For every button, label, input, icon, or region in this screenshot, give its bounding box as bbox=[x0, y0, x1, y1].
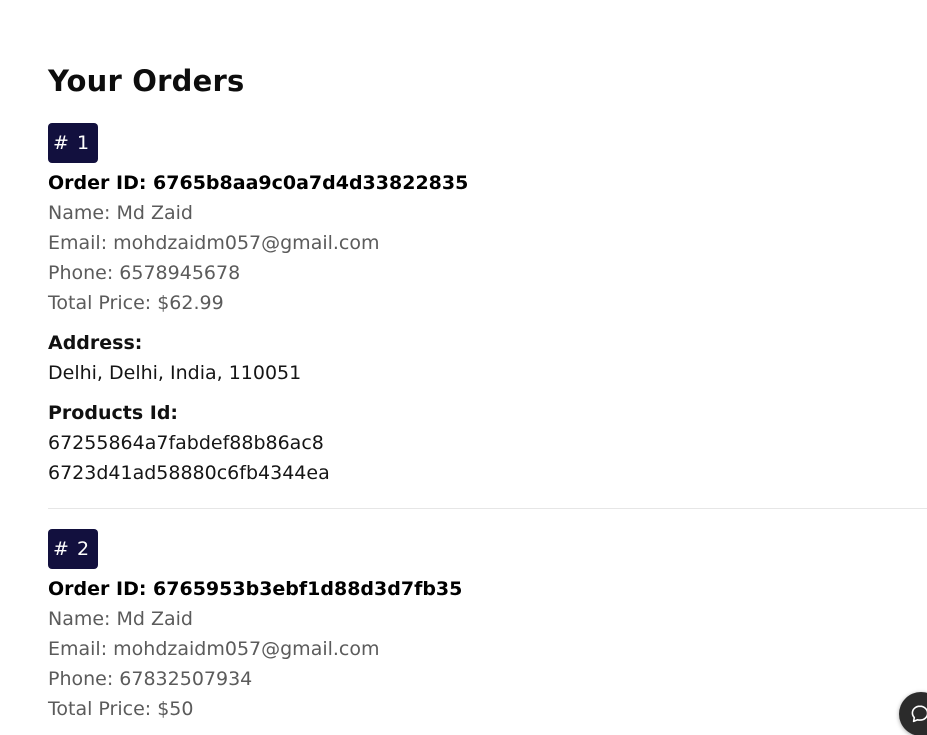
order-id: Order ID: 6765b8aa9c0a7d4d33822835 bbox=[48, 172, 469, 194]
order-name: Name: Md Zaid bbox=[48, 202, 193, 224]
product-id: 6723d41ad58880c6fb4344ea bbox=[48, 462, 330, 484]
order-total-price: Total Price: $62.99 bbox=[48, 292, 224, 314]
order-phone: Phone: 67832507934 bbox=[48, 668, 253, 690]
order-id: Order ID: 6765953b3ebf1d88d3d7fb35 bbox=[48, 578, 463, 600]
order-divider bbox=[48, 508, 927, 509]
page-title: Your Orders bbox=[48, 64, 245, 98]
chat-button[interactable] bbox=[899, 692, 927, 735]
order-email: Email: mohdzaidm057@gmail.com bbox=[48, 232, 380, 254]
order-number-badge: # 1 bbox=[48, 123, 98, 163]
product-id: 67255864a7fabdef88b86ac8 bbox=[48, 432, 324, 454]
order-phone: Phone: 6578945678 bbox=[48, 262, 241, 284]
order-name: Name: Md Zaid bbox=[48, 608, 193, 630]
order-email: Email: mohdzaidm057@gmail.com bbox=[48, 638, 380, 660]
products-heading: Products Id: bbox=[48, 402, 179, 424]
address-heading: Address: bbox=[48, 332, 143, 354]
order-total-price: Total Price: $50 bbox=[48, 698, 194, 720]
chat-bubble-icon bbox=[911, 705, 927, 723]
order-address: Delhi, Delhi, India, 110051 bbox=[48, 362, 302, 384]
order-number-badge: # 2 bbox=[48, 529, 98, 569]
